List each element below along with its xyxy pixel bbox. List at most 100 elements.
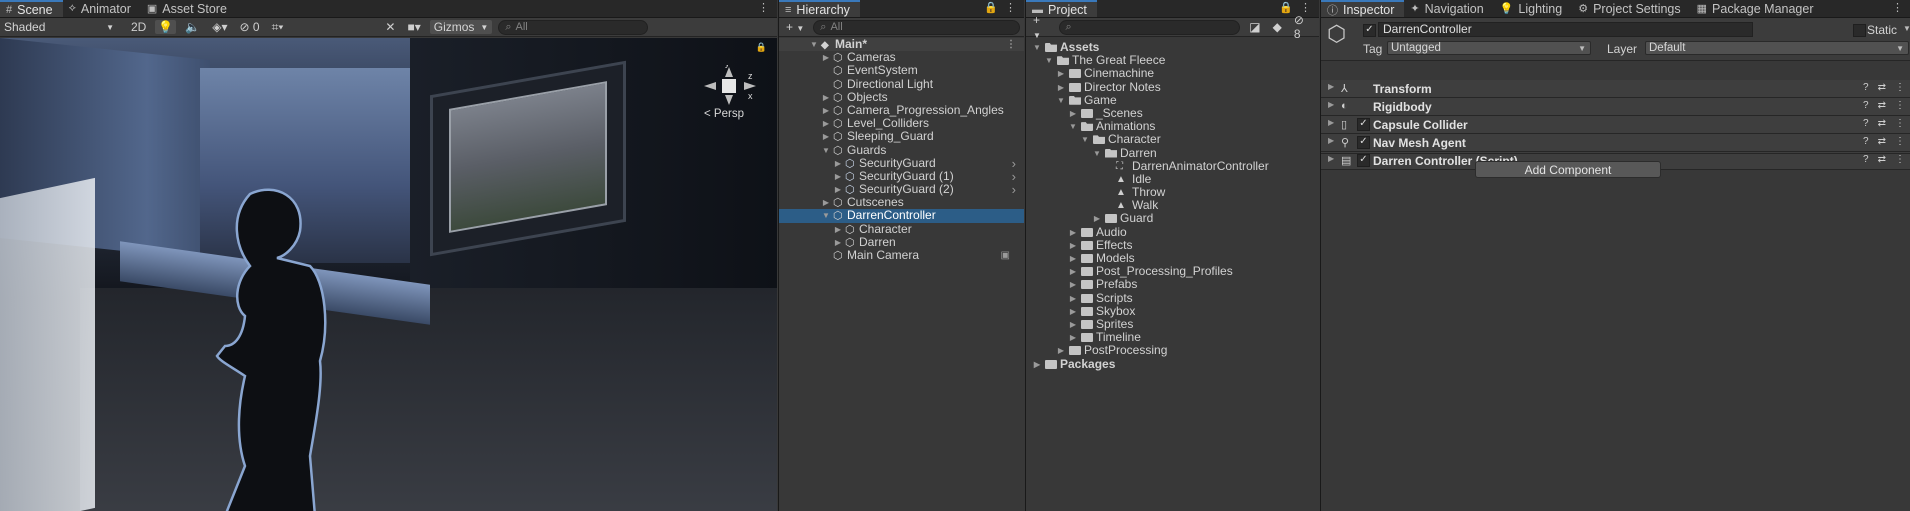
expand-arrow-icon[interactable]: ▶: [821, 117, 831, 130]
tab-lighting[interactable]: 💡 Lighting: [1494, 0, 1573, 17]
filter-by-type-icon[interactable]: ◪: [1246, 20, 1263, 34]
component-nav-mesh-agent[interactable]: ▶ ⚲ ✓ Nav Mesh Agent? ⇄ ⋮: [1321, 134, 1910, 152]
component-menu-icon[interactable]: ⋮: [1895, 100, 1905, 111]
hidden-objects-button[interactable]: ⊘ 0: [237, 20, 263, 34]
grid-snap-icon[interactable]: ⌗▾: [269, 20, 287, 35]
expand-arrow-icon[interactable]: ▶: [821, 91, 831, 104]
expand-arrow-icon[interactable]: ▶: [1328, 118, 1334, 127]
expand-arrow-icon[interactable]: ▶: [1328, 154, 1334, 163]
scene-panel-menu-icon[interactable]: ⋮: [758, 1, 771, 14]
expand-arrow-icon[interactable]: ▶: [821, 104, 831, 117]
expand-arrow-icon[interactable]: ▶: [1068, 318, 1078, 331]
hierarchy-item-directional-light[interactable]: ⬡ Directional Light: [779, 77, 1024, 91]
tag-dropdown[interactable]: Untagged ▼: [1387, 41, 1591, 55]
projection-toggle[interactable]: < Persp: [704, 108, 744, 120]
component-enabled-checkbox[interactable]: ✓: [1357, 118, 1370, 131]
static-checkbox[interactable]: [1853, 24, 1866, 37]
gizmos-dropdown[interactable]: Gizmos ▼: [429, 20, 493, 34]
expand-arrow-icon[interactable]: ▶: [833, 236, 843, 249]
expand-arrow-icon[interactable]: ▶: [1068, 305, 1078, 318]
project-item-animations[interactable]: ▼ Animations: [1026, 119, 1319, 133]
tab-inspector[interactable]: ⓘ Inspector: [1321, 0, 1405, 17]
collapse-arrow-icon[interactable]: ▼: [821, 209, 831, 222]
hierarchy-item-guards[interactable]: ▼ ⬡ Guards: [779, 143, 1024, 157]
expand-arrow-icon[interactable]: ▶: [1068, 252, 1078, 265]
expand-arrow-icon[interactable]: ▶: [833, 223, 843, 236]
tab-scene[interactable]: # Scene: [0, 0, 63, 17]
collapse-arrow-icon[interactable]: ▼: [1056, 94, 1066, 107]
collapse-arrow-icon[interactable]: ▼: [1080, 133, 1090, 146]
project-item-the-great-fleece[interactable]: ▼ The Great Fleece: [1026, 53, 1319, 67]
effects-dropdown-icon[interactable]: ◈▾: [209, 20, 230, 34]
toggle-2d-button[interactable]: 2D: [128, 20, 149, 34]
help-icon[interactable]: ?: [1863, 100, 1869, 111]
hierarchy-menu-icon[interactable]: 🔒 ⋮: [984, 1, 1018, 14]
scene-menu-icon[interactable]: ⋮: [1006, 38, 1016, 51]
help-icon[interactable]: ?: [1863, 136, 1869, 147]
project-add-button[interactable]: + ▼: [1030, 13, 1053, 41]
expand-arrow-icon[interactable]: ▶: [1068, 239, 1078, 252]
project-item-darren[interactable]: ▼ Darren: [1026, 146, 1319, 160]
hierarchy-item-sleeping-guard[interactable]: ▶ ⬡ Sleeping_Guard: [779, 130, 1024, 144]
project-item-character[interactable]: ▼ Character: [1026, 133, 1319, 146]
project-item-guard[interactable]: ▶ Guard: [1026, 212, 1319, 225]
tab-package-manager[interactable]: ▦ Package Manager: [1691, 0, 1824, 17]
tools-icon[interactable]: ✕: [382, 20, 398, 34]
tab-project-settings[interactable]: ⚙ Project Settings: [1572, 0, 1690, 17]
active-checkbox[interactable]: ✓: [1363, 24, 1376, 37]
preset-icon[interactable]: ⇄: [1878, 118, 1886, 129]
project-item-scripts[interactable]: ▶ Scripts: [1026, 291, 1319, 305]
scene-root-row[interactable]: ▼ ◆ Main* ⋮: [779, 37, 1024, 52]
shading-mode-dropdown[interactable]: Shaded ▼: [4, 20, 114, 34]
expand-arrow-icon[interactable]: ▶: [821, 196, 831, 209]
component-menu-icon[interactable]: ⋮: [1895, 136, 1905, 147]
inspector-menu-icon[interactable]: ⋮: [1892, 1, 1905, 14]
filter-by-label-icon[interactable]: ◆: [1270, 20, 1285, 34]
audio-toggle-icon[interactable]: 🔈: [182, 20, 203, 34]
component-rigidbody[interactable]: ▶ ◐ Rigidbody? ⇄ ⋮: [1321, 98, 1910, 116]
camera-settings-icon[interactable]: ■▾: [404, 20, 423, 34]
project-item-skybox[interactable]: ▶ Skybox: [1026, 304, 1319, 318]
expand-arrow-icon[interactable]: ▶: [833, 157, 843, 170]
project-item-sprites[interactable]: ▶ Sprites: [1026, 317, 1319, 331]
expand-arrow-icon[interactable]: ▶: [1092, 212, 1102, 225]
expand-arrow-icon[interactable]: ▶: [1068, 292, 1078, 305]
collapse-arrow-icon[interactable]: ▼: [1068, 120, 1078, 133]
project-item-effects[interactable]: ▶ Effects: [1026, 238, 1319, 252]
project-item-postprocessing[interactable]: ▶ PostProcessing: [1026, 344, 1319, 357]
hierarchy-item-objects[interactable]: ▶ ⬡ Objects: [779, 90, 1024, 104]
preset-icon[interactable]: ⇄: [1878, 82, 1886, 93]
expand-arrow-icon[interactable]: ▶: [821, 130, 831, 143]
help-icon[interactable]: ?: [1863, 154, 1869, 165]
component-menu-icon[interactable]: ⋮: [1895, 154, 1905, 165]
expand-arrow-icon[interactable]: ▶: [1056, 344, 1066, 357]
project-item-audio[interactable]: ▶ Audio: [1026, 225, 1319, 239]
expand-arrow-icon[interactable]: ▶: [1328, 100, 1334, 109]
add-component-button[interactable]: Add Component: [1475, 161, 1661, 178]
lighting-toggle-icon[interactable]: 💡: [155, 20, 177, 34]
hierarchy-item-main-camera[interactable]: ⬡ Main Camera ▣: [779, 248, 1024, 262]
hierarchy-search-input[interactable]: ⌕ All: [813, 19, 1020, 35]
project-item-prefabs[interactable]: ▶ Prefabs: [1026, 278, 1319, 291]
help-icon[interactable]: ?: [1863, 82, 1869, 93]
preset-icon[interactable]: ⇄: [1878, 136, 1886, 147]
help-icon[interactable]: ?: [1863, 118, 1869, 129]
project-item-idle[interactable]: ▲ Idle: [1026, 172, 1319, 186]
hierarchy-add-button[interactable]: + ▼: [783, 20, 807, 34]
expand-arrow-icon[interactable]: ▶: [1056, 67, 1066, 80]
collapse-arrow-icon[interactable]: ▼: [1032, 41, 1042, 54]
project-item-walk[interactable]: ▲ Walk: [1026, 199, 1319, 212]
component-menu-icon[interactable]: ⋮: [1895, 82, 1905, 93]
hierarchy-item-securityguard[interactable]: ▶ ⬡ SecurityGuard ›: [779, 156, 1024, 170]
component-menu-icon[interactable]: ⋮: [1895, 118, 1905, 129]
tab-navigation[interactable]: ✦ Navigation: [1404, 0, 1493, 17]
preset-icon[interactable]: ⇄: [1878, 100, 1886, 111]
project-item-assets[interactable]: ▼ Assets: [1026, 40, 1319, 54]
collapse-arrow-icon[interactable]: ▼: [1044, 54, 1054, 67]
hierarchy-item-character[interactable]: ▶ ⬡ Character: [779, 222, 1024, 236]
project-item-director-notes[interactable]: ▶ Director Notes: [1026, 80, 1319, 94]
expand-arrow-icon[interactable]: ▶: [1068, 278, 1078, 291]
tab-hierarchy[interactable]: ≡ Hierarchy: [779, 0, 860, 17]
chevron-down-icon[interactable]: ▼: [1903, 24, 1910, 33]
scene-search-input[interactable]: ⌕ All: [498, 19, 649, 35]
